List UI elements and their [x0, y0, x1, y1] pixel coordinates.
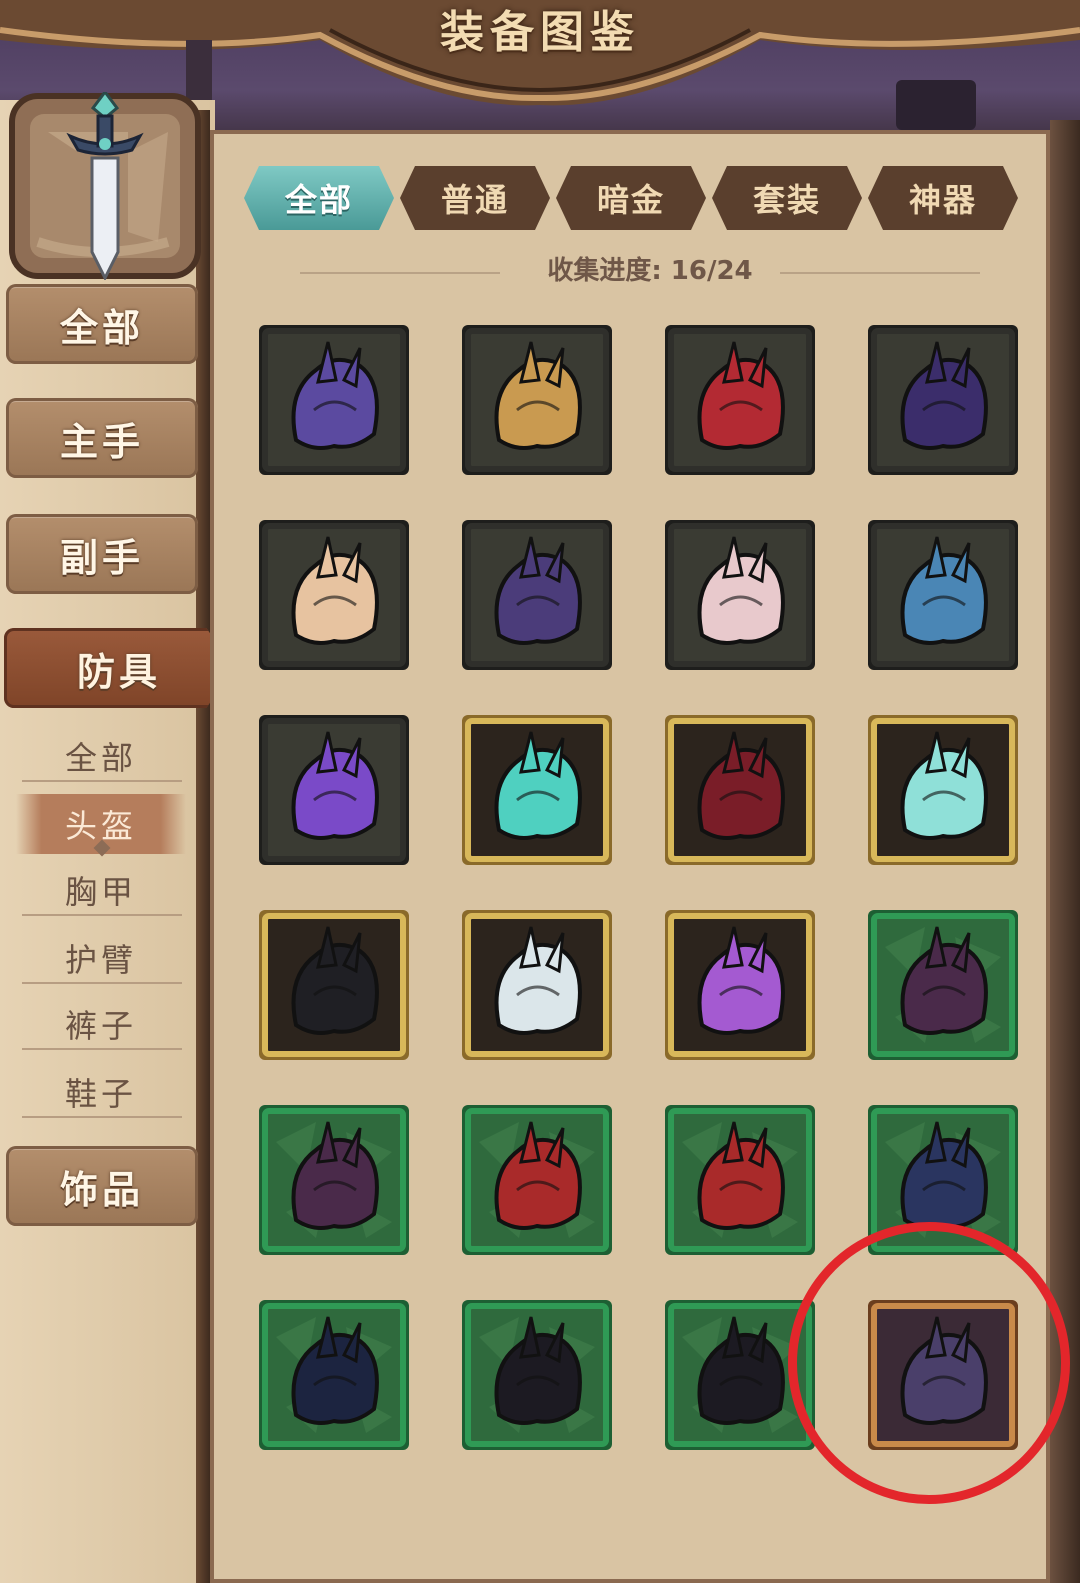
divider [22, 1048, 182, 1050]
tab-artifact[interactable]: 神器 [868, 166, 1018, 230]
rose-veil-icon [665, 520, 815, 670]
teal-crest-crown-icon [462, 715, 612, 865]
item-slot[interactable] [459, 1297, 615, 1453]
item-slot[interactable] [459, 712, 615, 868]
shell-horn-helmet-icon [259, 520, 409, 670]
subcategory-bracers[interactable]: 护臂 [16, 928, 186, 988]
tab-normal[interactable]: 普通 [400, 166, 550, 230]
golden-teal-helm-icon [868, 715, 1018, 865]
item-slot[interactable] [662, 907, 818, 1063]
purple-spiked-helm-icon [665, 910, 815, 1060]
feather-headband-icon [462, 520, 612, 670]
item-slot[interactable] [459, 517, 615, 673]
category-accessory-button[interactable]: 饰品 [6, 1146, 198, 1226]
item-slot[interactable] [662, 712, 818, 868]
divider [22, 914, 182, 916]
subcategory-all[interactable]: 全部 [16, 726, 186, 786]
item-slot[interactable] [256, 1102, 412, 1258]
tab-all[interactable]: 全部 [244, 166, 394, 230]
item-slot[interactable] [256, 712, 412, 868]
category-main-hand-button[interactable]: 主手 [6, 398, 198, 478]
red-thorn-crown-icon [665, 1105, 815, 1255]
shadow-hood-icon [462, 1300, 612, 1450]
item-slot[interactable] [256, 517, 412, 673]
dark-horn-mask-icon [868, 910, 1018, 1060]
subcategory-chest[interactable]: 胸甲 [16, 860, 186, 920]
item-slot[interactable] [662, 517, 818, 673]
item-slot[interactable] [865, 712, 1021, 868]
flower-hat-icon [462, 325, 612, 475]
divider [22, 1116, 182, 1118]
red-hood-helmet-icon [665, 325, 815, 475]
blue-flame-mask-icon [259, 1300, 409, 1450]
red-highlight-circle [788, 1222, 1070, 1504]
item-slot[interactable] [662, 1102, 818, 1258]
item-slot[interactable] [865, 907, 1021, 1063]
item-slot[interactable] [256, 322, 412, 478]
collection-progress: 收集进度: 16/24 [547, 256, 753, 286]
item-slot[interactable] [256, 907, 412, 1063]
bone-horn-helm-icon [462, 910, 612, 1060]
horned-hood-icon [259, 910, 409, 1060]
subcategory-shoes[interactable]: 鞋子 [16, 1062, 186, 1122]
divider [22, 780, 182, 782]
lily-flower-icon [259, 715, 409, 865]
divider [22, 982, 182, 984]
rarity-tabs: 全部 普通 暗金 套装 神器 [240, 166, 1040, 232]
page-title: 装备图鉴 [440, 7, 640, 58]
rose-headpiece-icon [259, 325, 409, 475]
item-slot[interactable] [865, 517, 1021, 673]
winter-hat-icon [868, 520, 1018, 670]
sidebar-edge [196, 110, 210, 1583]
subcategory-pants[interactable]: 裤子 [16, 994, 186, 1054]
crimson-crown-icon [665, 715, 815, 865]
tab-set[interactable]: 套装 [712, 166, 862, 230]
item-slot[interactable] [865, 322, 1021, 478]
sword-emblem-icon [9, 92, 201, 280]
item-slot[interactable] [256, 1297, 412, 1453]
item-slot[interactable] [662, 322, 818, 478]
item-slot[interactable] [459, 1102, 615, 1258]
item-slot[interactable] [459, 907, 615, 1063]
category-all-button[interactable]: 全部 [6, 284, 198, 364]
category-off-hand-button[interactable]: 副手 [6, 514, 198, 594]
category-armor-button[interactable]: 防具 [4, 628, 234, 708]
tab-dark-gold[interactable]: 暗金 [556, 166, 706, 230]
dark-horn-mask-icon [259, 1105, 409, 1255]
red-thorn-crown-icon [462, 1105, 612, 1255]
item-slot[interactable] [459, 322, 615, 478]
equipment-codex-screen: 装备图鉴 全部 主手 副手 防具 全部 头盔 胸甲 护臂 裤子 鞋子 饰品 全部… [0, 0, 1080, 1583]
spiked-circlet-icon [868, 325, 1018, 475]
